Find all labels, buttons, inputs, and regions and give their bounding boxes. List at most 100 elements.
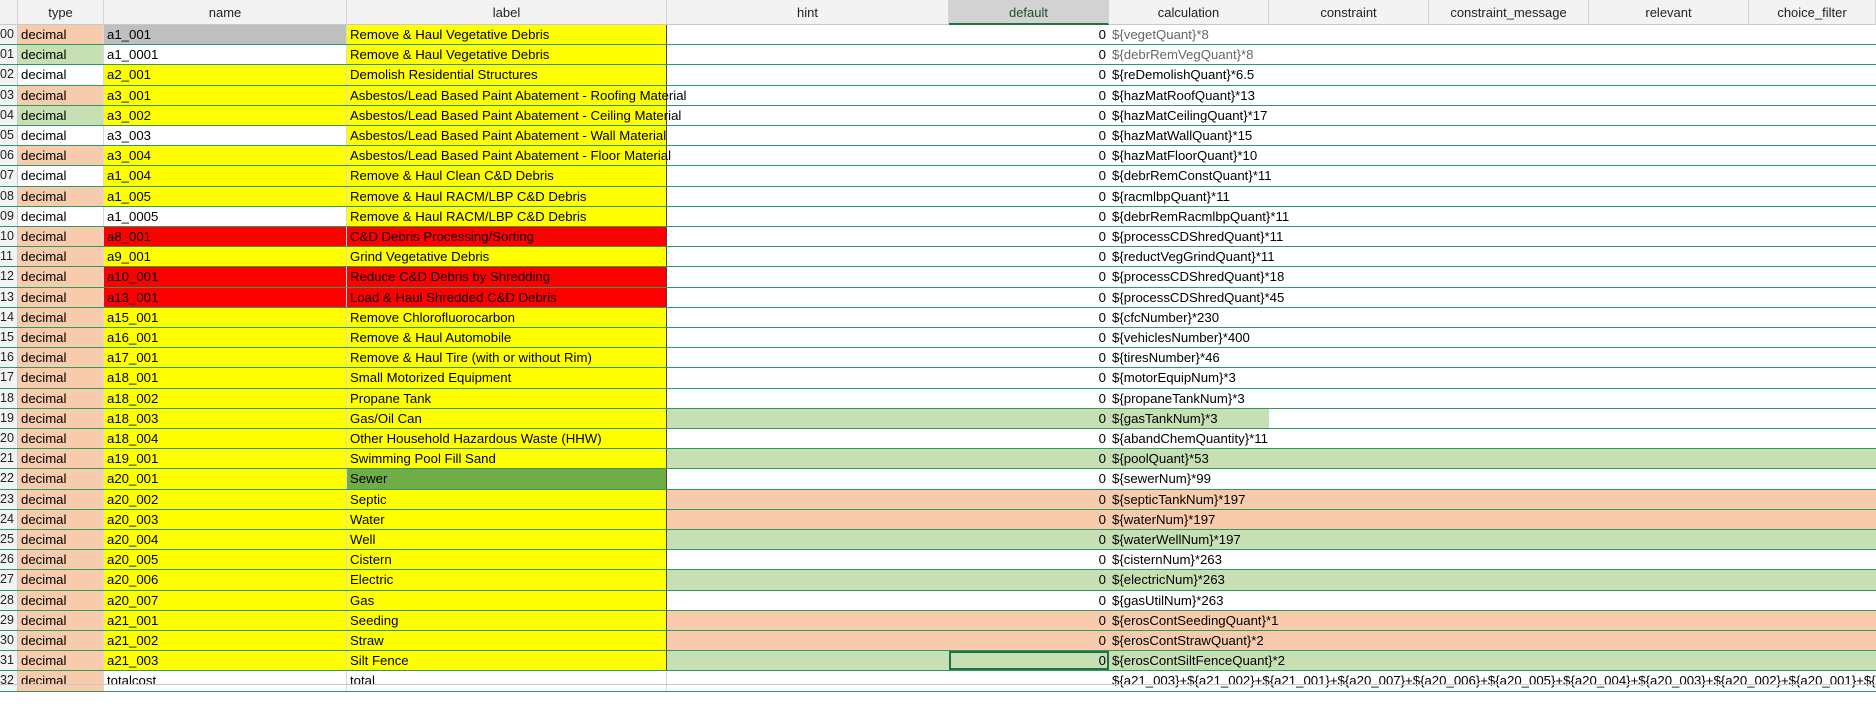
name-cell[interactable]: a18_002 [104, 388, 347, 408]
row-number-cell[interactable]: 18 [0, 388, 18, 408]
calculation-cell[interactable]: ${gasTankNum}*3 [1109, 409, 1849, 428]
type-cell[interactable]: decimal [18, 328, 104, 348]
calculation-cell[interactable]: ${tiresNumber}*46 [1109, 348, 1849, 367]
type-cell[interactable]: decimal [18, 509, 104, 529]
calculation-cell[interactable]: ${sewerNum}*99 [1109, 469, 1849, 488]
type-cell[interactable]: decimal [18, 570, 104, 590]
hint-cell[interactable] [667, 449, 949, 468]
row-number-cell[interactable]: 05 [0, 126, 18, 146]
type-cell[interactable]: decimal [18, 469, 104, 489]
table-row[interactable]: 16 decimal a17_001 Remove & Haul Tire (with… [0, 348, 1876, 369]
name-cell[interactable]: a3_002 [104, 105, 347, 125]
type-cell[interactable]: decimal [18, 85, 104, 105]
calculation-cell[interactable]: ${debrRemConstQuant}*11 [1109, 166, 1849, 185]
table-row[interactable]: 02 decimal a2_001 Demolish Residential Stru… [0, 65, 1876, 86]
calculation-cell[interactable]: ${poolQuant}*53 [1109, 449, 1849, 468]
row-number-cell[interactable]: 31 [0, 651, 18, 671]
default-cell[interactable]: 0 [949, 65, 1109, 84]
hint-cell[interactable] [667, 611, 949, 630]
table-row[interactable]: 29 decimal a21_001 Seeding 0 ${erosContSeedin… [0, 610, 1876, 631]
row-number-cell[interactable]: 30 [0, 631, 18, 651]
row-number-cell[interactable]: 10 [0, 227, 18, 247]
calculation-cell[interactable]: ${abandChemQuantity}*11 [1109, 429, 1849, 448]
row-number-cell[interactable]: 04 [0, 105, 18, 125]
hint-cell[interactable] [667, 227, 949, 246]
row-number-cell[interactable]: 12 [0, 267, 18, 287]
name-cell[interactable]: a20_005 [104, 550, 347, 570]
default-cell[interactable]: 0 [949, 631, 1109, 650]
type-cell[interactable]: decimal [18, 25, 104, 45]
row-number-cell[interactable]: 01 [0, 45, 18, 65]
default-cell[interactable]: 0 [949, 368, 1109, 387]
label-cell[interactable]: Other Household Hazardous Waste (HHW) [347, 429, 667, 449]
calculation-cell[interactable]: ${erosContStrawQuant}*2 [1109, 631, 1849, 650]
label-cell[interactable]: Grind Vegetative Debris [347, 247, 667, 267]
row-number-cell[interactable]: 17 [0, 368, 18, 388]
table-row[interactable]: 00 decimal a1_001 Remove & Haul Vegetative … [0, 25, 1876, 46]
label-cell[interactable]: Remove Chlorofluorocarbon [347, 307, 667, 327]
table-row[interactable]: 17 decimal a18_001 Small Motorized Equipmen… [0, 368, 1876, 389]
column-header-relevant[interactable]: relevant [1589, 0, 1749, 25]
default-cell[interactable]: 0 [949, 25, 1109, 44]
row-number-cell[interactable]: 09 [0, 206, 18, 226]
label-cell[interactable]: Well [347, 530, 667, 550]
hint-cell[interactable] [667, 490, 949, 509]
default-cell[interactable]: 0 [949, 530, 1109, 549]
calculation-cell[interactable]: ${hazMatRoofQuant}*13 [1109, 86, 1849, 105]
name-cell[interactable]: a20_006 [104, 570, 347, 590]
label-cell[interactable]: Electric [347, 570, 667, 590]
type-cell[interactable]: decimal [18, 65, 104, 85]
column-header-type[interactable]: type [18, 0, 104, 25]
name-cell[interactable]: a8_001 [104, 227, 347, 247]
calculation-cell[interactable]: ${gasUtilNum}*263 [1109, 591, 1849, 610]
name-cell[interactable]: a1_0005 [104, 206, 347, 226]
calculation-cell[interactable]: ${debrRemRacmlbpQuant}*11 [1109, 207, 1849, 226]
hint-cell[interactable] [667, 510, 949, 529]
table-row[interactable]: 30 decimal a21_002 Straw 0 ${erosContStrawQua… [0, 631, 1876, 652]
table-row[interactable]: 14 decimal a15_001 Remove Chlorofluorocarbo… [0, 307, 1876, 328]
calculation-cell[interactable]: ${processCDShredQuant}*45 [1109, 288, 1849, 307]
label-cell[interactable]: Remove & Haul Tire (with or without Rim) [347, 348, 667, 368]
table-row[interactable]: 26 decimal a20_005 Cistern 0 ${cisternNum}*26… [0, 550, 1876, 571]
column-header-label[interactable]: label [347, 0, 667, 25]
default-cell[interactable]: 0 [949, 86, 1109, 105]
label-cell[interactable]: Asbestos/Lead Based Paint Abatement - Ce… [347, 105, 681, 125]
type-cell[interactable]: decimal [18, 267, 104, 287]
label-cell[interactable]: Remove & Haul Vegetative Debris [347, 45, 667, 65]
calculation-cell[interactable]: ${motorEquipNum}*3 [1109, 368, 1849, 387]
label-cell[interactable]: Sewer [347, 469, 667, 489]
hint-cell[interactable] [667, 187, 949, 206]
table-row[interactable]: 27 decimal a20_006 Electric 0 ${electricNum}*… [0, 570, 1876, 591]
type-cell[interactable]: decimal [18, 206, 104, 226]
default-cell[interactable]: 0 [949, 570, 1109, 589]
row-number-cell[interactable]: 11 [0, 247, 18, 267]
name-cell[interactable]: a18_003 [104, 408, 347, 428]
column-header-name[interactable]: name [104, 0, 347, 25]
hint-cell[interactable] [667, 106, 949, 125]
name-cell[interactable]: a3_003 [104, 126, 347, 146]
type-cell[interactable]: decimal [18, 105, 104, 125]
default-cell[interactable]: 0 [949, 510, 1109, 529]
table-row[interactable]: 07 decimal a1_004 Remove & Haul Clean C&D D… [0, 166, 1876, 187]
name-cell[interactable]: a20_003 [104, 509, 347, 529]
type-cell[interactable]: decimal [18, 610, 104, 630]
row-number-cell[interactable]: 07 [0, 166, 18, 186]
row-header-corner[interactable] [0, 0, 18, 25]
hint-cell[interactable] [667, 651, 949, 670]
table-row[interactable]: 04 decimal a3_002 Asbestos/Lead Based Paint… [0, 105, 1876, 126]
column-header-calculation[interactable]: calculation [1109, 0, 1269, 25]
type-cell[interactable]: decimal [18, 408, 104, 428]
calculation-cell[interactable]: ${reductVegGrindQuant}*11 [1109, 247, 1849, 266]
table-row[interactable]: 18 decimal a18_002 Propane Tank 0 ${propaneTa… [0, 388, 1876, 409]
name-cell[interactable]: a3_001 [104, 85, 347, 105]
hint-cell[interactable] [667, 45, 949, 64]
name-cell[interactable]: a20_001 [104, 469, 347, 489]
hint-cell[interactable] [667, 247, 949, 266]
name-cell[interactable]: a13_001 [104, 287, 347, 307]
name-cell[interactable]: a9_001 [104, 247, 347, 267]
label-cell[interactable]: Gas/Oil Can [347, 408, 667, 428]
type-cell[interactable]: decimal [18, 227, 104, 247]
hint-cell[interactable] [667, 530, 949, 549]
label-cell[interactable]: Water [347, 509, 667, 529]
table-row[interactable]: 22 decimal a20_001 Sewer 0 ${sewerNum}*99 [0, 469, 1876, 490]
